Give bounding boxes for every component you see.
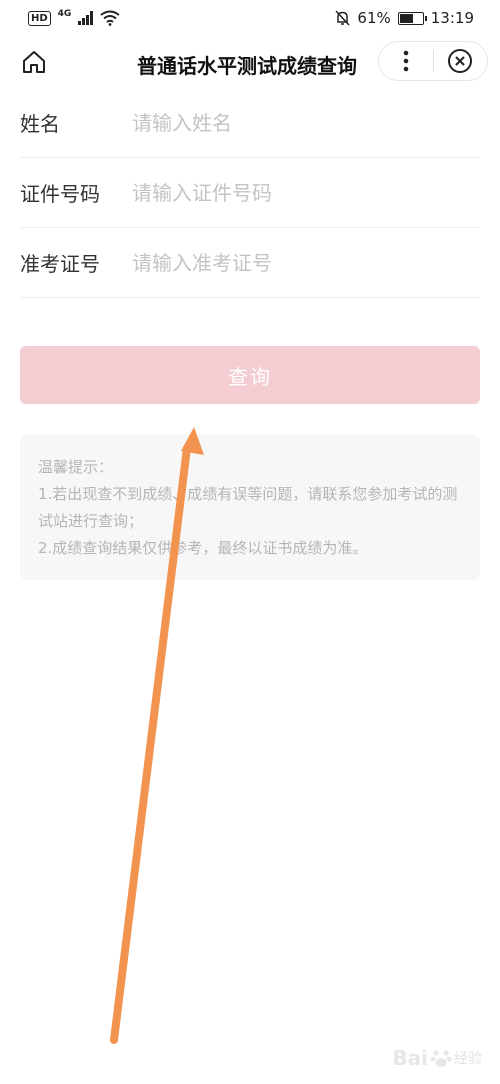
- signal-icon: [78, 11, 94, 25]
- battery-icon: [397, 11, 427, 25]
- id-number-input[interactable]: [132, 180, 480, 205]
- nav-bar: 普通话水平测试成绩查询: [0, 36, 500, 88]
- hd-badge: HD: [28, 10, 51, 26]
- watermark-brand: Bai: [392, 1046, 428, 1070]
- status-left: HD 4G: [28, 8, 120, 26]
- status-bar: HD 4G 61% 13:19: [0, 0, 500, 36]
- ticket-number-input[interactable]: [132, 250, 480, 275]
- more-dots-icon: [403, 50, 409, 72]
- name-input[interactable]: [132, 110, 480, 135]
- watermark-sub: 经验: [454, 1051, 482, 1067]
- network-type-label: 4G: [57, 8, 72, 19]
- id-number-label: 证件号码: [20, 182, 100, 206]
- query-form: 姓名 证件号码 准考证号: [20, 88, 480, 298]
- bell-off-icon: [335, 10, 350, 26]
- tips-box: 温馨提示： 1.若出现查不到成绩、成绩有误等问题，请联系您参加考试的测试站进行查…: [20, 434, 480, 580]
- wifi-icon: [100, 10, 120, 26]
- status-right: 61% 13:19: [335, 9, 474, 27]
- form-row-id-number: 证件号码: [20, 158, 480, 228]
- close-button[interactable]: [433, 42, 487, 80]
- query-button[interactable]: 查询: [20, 346, 480, 404]
- name-label: 姓名: [20, 112, 60, 136]
- tips-line-2: 2.成绩查询结果仅供参考，最终以证书成绩为准。: [38, 539, 368, 557]
- tips-line-1: 1.若出现查不到成绩、成绩有误等问题，请联系您参加考试的测试站进行查询；: [38, 485, 458, 530]
- more-button[interactable]: [379, 42, 433, 80]
- tips-title: 温馨提示：: [38, 458, 114, 476]
- status-time: 13:19: [430, 9, 474, 27]
- close-circle-icon: [448, 49, 473, 73]
- mini-program-capsule: [378, 41, 488, 81]
- battery-percent: 61%: [357, 9, 391, 27]
- form-row-name: 姓名: [20, 88, 480, 158]
- baidu-watermark: Bai 经验: [392, 1046, 482, 1070]
- battery-fill: [399, 13, 414, 23]
- ticket-number-label: 准考证号: [20, 252, 100, 276]
- form-row-ticket-number: 准考证号: [20, 228, 480, 298]
- paw-icon: [430, 1050, 452, 1067]
